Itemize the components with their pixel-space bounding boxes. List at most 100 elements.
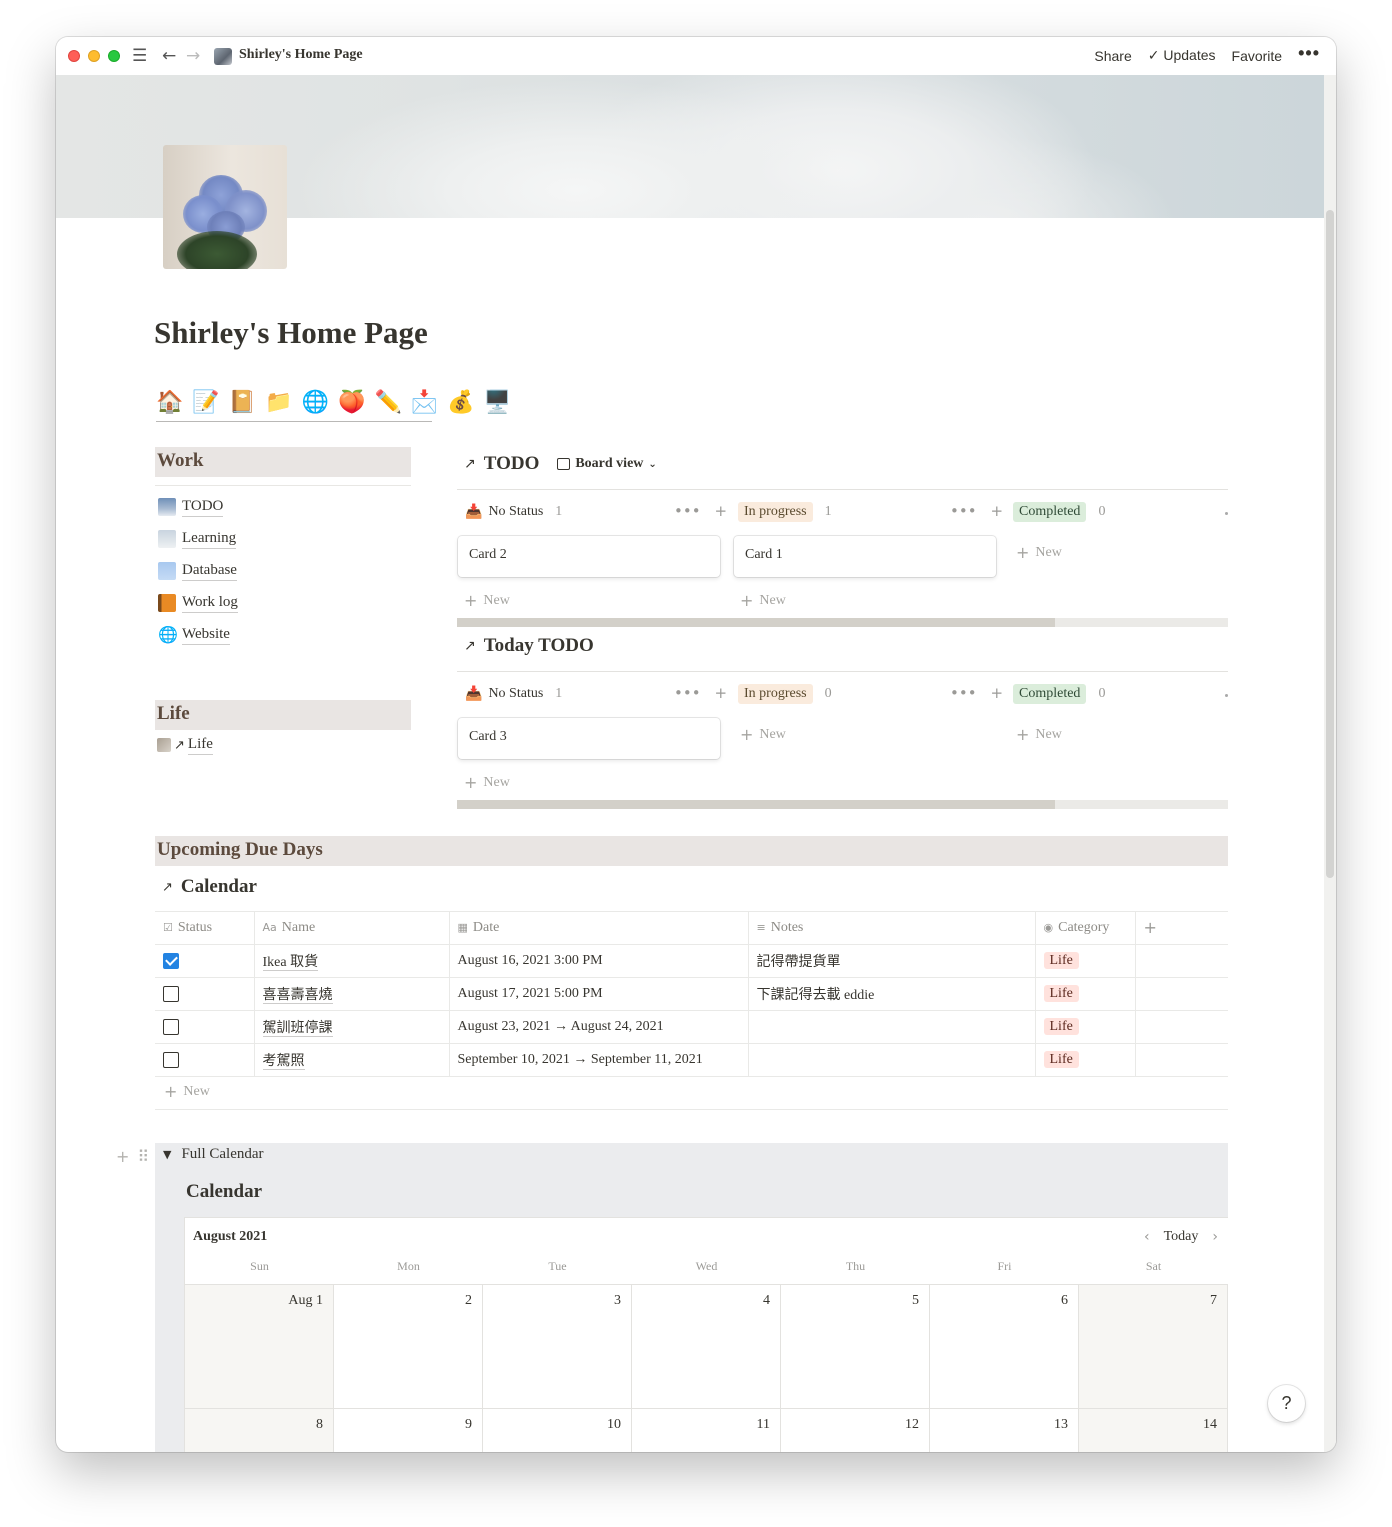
todo-col-in-progress-header[interactable]: In progress 1 — [738, 501, 832, 523]
maximize-window-button[interactable] — [108, 50, 120, 62]
share-button[interactable]: Share — [1094, 48, 1131, 64]
row-notes[interactable]: 記得帶提貨單 — [747, 944, 1035, 978]
money-bag-icon[interactable]: 💰 — [447, 385, 474, 419]
work-item-learning[interactable]: Learning — [158, 527, 237, 551]
category-tag[interactable]: Life — [1043, 1018, 1079, 1035]
plus-icon[interactable]: + — [715, 502, 728, 520]
calendar-day[interactable]: 10 — [483, 1408, 632, 1452]
todo-col-completed-header[interactable]: Completed 0 — [1013, 501, 1105, 523]
status-checkbox[interactable] — [163, 952, 179, 969]
category-tag[interactable]: Life — [1043, 952, 1079, 969]
calendar-day[interactable]: 8 — [185, 1408, 334, 1452]
chevron-left-icon[interactable]: ‹ — [1144, 1229, 1150, 1245]
work-item-website[interactable]: 🌐 Website — [158, 623, 230, 647]
folder-icon[interactable]: 📁 — [265, 385, 292, 419]
add-row-button[interactable]: + New — [164, 1082, 210, 1101]
life-item-life[interactable]: ↗ Life — [157, 733, 213, 757]
col-header-notes[interactable]: ≡ Notes — [747, 911, 1035, 945]
peach-icon[interactable]: 🍑 — [338, 385, 365, 419]
add-card-button[interactable]: + New — [464, 591, 510, 610]
calendar-day[interactable]: 11 — [632, 1408, 781, 1452]
status-checkbox[interactable] — [163, 985, 179, 1002]
board-card[interactable]: Card 2 — [458, 536, 720, 577]
updates-button[interactable]: ✓ Updates — [1148, 47, 1216, 64]
add-property-button[interactable]: + — [1134, 911, 1228, 945]
today-col-completed-header[interactable]: Completed 0 — [1013, 683, 1105, 705]
work-item-work-log[interactable]: Work log — [158, 591, 238, 615]
col-header-category[interactable]: ◉ Category — [1034, 911, 1135, 945]
vertical-scrollbar[interactable] — [1324, 75, 1336, 1452]
add-card-button[interactable]: + New — [740, 591, 786, 610]
page-title[interactable]: Shirley's Home Page — [154, 315, 428, 351]
row-name[interactable]: 喜喜壽喜燒 — [262, 988, 333, 1004]
board-card[interactable]: Card 1 — [734, 536, 996, 577]
pencil-icon[interactable]: ✏️ — [374, 385, 401, 419]
today-board-scrollbar[interactable] — [457, 800, 1228, 809]
col-header-date[interactable]: ▦ Date — [448, 911, 748, 945]
row-date[interactable]: September 10, 2021 → September 11, 2021 — [448, 1043, 748, 1077]
full-calendar-toggle[interactable]: ▼ Full Calendar — [163, 1146, 264, 1163]
calendar-day[interactable]: 12 — [781, 1408, 930, 1452]
sidebar-menu-icon[interactable]: ☰ — [132, 46, 147, 66]
table-row[interactable]: 駕訓班停課 August 23, 2021 → August 24, 2021 … — [155, 1010, 1228, 1044]
row-date[interactable]: August 17, 2021 5:00 PM — [448, 977, 748, 1011]
globe-icon[interactable]: 🌐 — [302, 385, 329, 419]
calendar-day[interactable]: 3 — [483, 1284, 632, 1408]
scrollbar-thumb[interactable] — [1326, 210, 1334, 878]
calendar-day[interactable]: 13 — [930, 1408, 1079, 1452]
row-notes[interactable]: 下課記得去載 eddie — [747, 977, 1035, 1011]
todo-board-scrollbar[interactable] — [457, 618, 1228, 627]
row-name[interactable]: Ikea 取貨 — [262, 955, 319, 971]
close-window-button[interactable] — [68, 50, 80, 62]
calendar-db-title[interactable]: ↗ Calendar — [162, 876, 257, 898]
board-view-button[interactable]: Board view ⌄ — [557, 456, 657, 472]
memo-icon[interactable]: 📝 — [192, 385, 219, 419]
calendar-day[interactable]: 6 — [930, 1284, 1079, 1408]
row-notes[interactable] — [747, 1043, 1035, 1077]
scrollbar-thumb[interactable] — [457, 800, 1055, 809]
drag-handle-icon[interactable]: ⠿ — [137, 1147, 149, 1166]
row-date[interactable]: August 23, 2021 → August 24, 2021 — [448, 1010, 748, 1044]
status-checkbox[interactable] — [163, 1051, 179, 1068]
table-row[interactable]: 喜喜壽喜燒 August 17, 2021 5:00 PM 下課記得去載 edd… — [155, 977, 1228, 1011]
calendar-day[interactable]: 5 — [781, 1284, 930, 1408]
calendar-day[interactable]: 14 — [1079, 1408, 1228, 1452]
col-header-status[interactable]: ☑ Status — [155, 911, 254, 945]
work-item-database[interactable]: Database — [158, 559, 237, 583]
calendar-day[interactable]: 4 — [632, 1284, 781, 1408]
more-options-icon[interactable]: ••• — [1298, 43, 1320, 64]
today-col-no-status-header[interactable]: 📥 No Status 1 — [465, 683, 562, 705]
today-button[interactable]: Today — [1164, 1229, 1199, 1245]
toggle-triangle-icon[interactable]: ▼ — [163, 1148, 171, 1161]
row-date[interactable]: August 16, 2021 3:00 PM — [448, 944, 748, 978]
table-row[interactable]: 考駕照 September 10, 2021 → September 11, 2… — [155, 1043, 1228, 1077]
envelope-icon[interactable]: 📩 — [411, 385, 438, 419]
forward-arrow-icon[interactable]: → — [186, 46, 200, 66]
status-checkbox[interactable] — [163, 1018, 179, 1035]
notebook-icon[interactable]: 📔 — [229, 385, 256, 419]
favorite-button[interactable]: Favorite — [1232, 48, 1283, 64]
plus-icon[interactable]: + — [991, 684, 1004, 702]
full-calendar-title[interactable]: Calendar — [186, 1181, 262, 1203]
add-card-button[interactable]: + New — [740, 725, 786, 744]
help-button[interactable]: ? — [1268, 1385, 1305, 1422]
col-header-name[interactable]: Aa Name — [253, 911, 449, 945]
add-card-button[interactable]: + New — [1016, 543, 1062, 562]
work-item-todo[interactable]: TODO — [158, 495, 224, 519]
today-col-in-progress-header[interactable]: In progress 0 — [738, 683, 832, 705]
more-icon[interactable]: ••• — [674, 502, 701, 520]
calendar-day[interactable]: 2 — [334, 1284, 483, 1408]
desktop-computer-icon[interactable]: 🖥️ — [484, 385, 511, 419]
todo-col-no-status-header[interactable]: 📥 No Status 1 — [465, 501, 562, 523]
back-arrow-icon[interactable]: ← — [162, 46, 176, 66]
more-icon[interactable]: ••• — [950, 684, 977, 702]
calendar-day[interactable]: 7 — [1079, 1284, 1228, 1408]
category-tag[interactable]: Life — [1043, 1051, 1079, 1068]
table-row[interactable]: Ikea 取貨 August 16, 2021 3:00 PM 記得帶提貨單 L… — [155, 944, 1228, 978]
plus-icon[interactable]: + — [715, 684, 728, 702]
plus-icon[interactable]: + — [991, 502, 1004, 520]
board-card[interactable]: Card 3 — [458, 718, 720, 759]
calendar-day[interactable]: Aug 1 — [185, 1284, 334, 1408]
category-tag[interactable]: Life — [1043, 985, 1079, 1002]
today-board-title[interactable]: ↗ Today TODO — [464, 635, 594, 657]
